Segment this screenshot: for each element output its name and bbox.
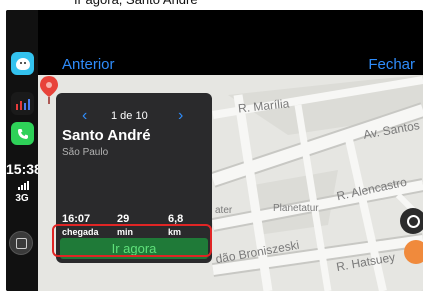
home-button[interactable] xyxy=(9,231,33,255)
destination-title: Santo André xyxy=(62,127,151,144)
waze-app-icon[interactable] xyxy=(11,52,34,75)
arrival-value: 16:07 xyxy=(62,213,91,225)
arrival-stat: 16:07 chegada xyxy=(62,213,99,237)
duration-value: 29 xyxy=(117,213,130,225)
distance-stat: 6,8 km xyxy=(168,213,183,237)
destination-subtitle: São Paulo xyxy=(62,147,109,158)
top-nav-bar: Anterior Fechar xyxy=(38,10,423,75)
chart-icon xyxy=(15,98,30,110)
destination-card: ‹ 1 de 10 › Santo André São Paulo 16:07 … xyxy=(56,93,212,263)
duration-stat: 29 min xyxy=(117,213,133,237)
home-square-icon xyxy=(15,237,27,249)
street-label: Planetatur xyxy=(273,203,319,214)
duration-unit: min xyxy=(117,227,134,237)
card-pager: ‹ 1 de 10 › xyxy=(56,106,212,124)
close-button[interactable]: Fechar xyxy=(368,56,415,73)
waze-face-icon xyxy=(15,57,30,70)
street-label: ater xyxy=(215,205,233,216)
carplay-dock: 15:38 3G xyxy=(6,10,42,291)
trip-stats: 16:07 chegada 29 min 6,8 km xyxy=(56,213,212,237)
go-now-button[interactable]: Ir agora xyxy=(60,238,208,259)
distance-value: 6,8 xyxy=(168,213,184,225)
next-result-icon[interactable]: › xyxy=(178,108,183,124)
recenter-icon xyxy=(406,214,420,228)
report-button[interactable] xyxy=(404,240,423,264)
caption-text: Ir agora, Santo André xyxy=(74,0,198,9)
prev-result-icon[interactable]: ‹ xyxy=(82,108,87,124)
result-counter: 1 de 10 xyxy=(111,110,148,122)
back-button[interactable]: Anterior xyxy=(62,56,115,73)
carplay-screen: 15:38 3G Anterior Fechar R. Marília Av. … xyxy=(6,10,423,291)
phone-app-icon[interactable] xyxy=(11,122,34,145)
signal-icon xyxy=(18,181,32,190)
network-type: 3G xyxy=(15,193,29,204)
phone-icon xyxy=(17,128,28,139)
status-time: 15:38 xyxy=(6,161,42,177)
distance-unit: km xyxy=(168,227,182,237)
dashboard-app-icon[interactable] xyxy=(11,92,34,115)
recenter-button[interactable] xyxy=(400,208,423,234)
arrival-unit: chegada xyxy=(62,227,99,237)
